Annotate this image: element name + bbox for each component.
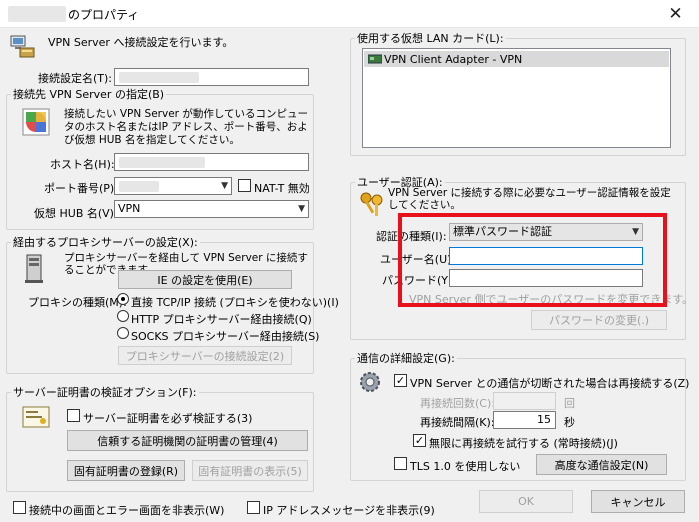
advanced-legend: 通信の詳細設定(G): <box>357 352 455 365</box>
chevron-down-icon: ▼ <box>298 204 305 214</box>
port-label: ポート番号(P): <box>44 182 118 195</box>
reconnect-label: VPN Server との通信が切断された場合は再接続する(Z) <box>410 377 690 390</box>
hub-combo[interactable]: VPN ▼ <box>114 200 309 218</box>
change-password-button[interactable]: パスワードの変更(.) <box>531 310 667 330</box>
infinite-retry-label: 無限に再接続を試行する (常時接続)(J) <box>429 437 618 450</box>
hide-status-label: 接続中の画面とエラー画面を非表示(W) <box>29 504 225 517</box>
title-redacted <box>8 6 66 22</box>
retry-interval-unit: 秒 <box>564 416 575 429</box>
hub-label: 仮想 HUB 名(V): <box>34 207 118 220</box>
setting-name-label: 接続設定名(T): <box>38 72 113 85</box>
chevron-down-icon: ▼ <box>221 181 228 191</box>
proxy-direct-label: 直接 TCP/IP 接続 (プロキシを使わない)(I) <box>131 296 339 309</box>
window-title: のプロパティ <box>68 8 140 22</box>
retry-count-label: 再接続回数(C): <box>420 397 495 410</box>
proxy-settings-button[interactable]: プロキシサーバーの接続設定(2) <box>118 346 292 365</box>
keys-icon <box>358 190 386 218</box>
ie-settings-button[interactable]: IE の設定を使用(E) <box>118 270 292 289</box>
close-icon: ✕ <box>668 4 683 24</box>
cancel-button[interactable]: キャンセル <box>591 490 685 513</box>
network-card-icon <box>367 54 383 64</box>
auth-description: VPN Server に接続する際に必要なユーザー認証情報を設定してください。 <box>388 187 671 211</box>
adapter-name: VPN Client Adapter - VPN <box>384 53 523 66</box>
proxy-http-label: HTTP プロキシサーバー経由接続(Q) <box>131 313 312 326</box>
close-button[interactable]: ✕ <box>652 0 699 28</box>
retry-count-field[interactable] <box>493 392 556 410</box>
advanced-settings-button[interactable]: 高度な通信設定(N) <box>536 454 667 475</box>
nat-t-checkbox[interactable] <box>238 179 251 192</box>
gear-icon <box>358 370 382 394</box>
hide-status-checkbox[interactable] <box>13 501 26 514</box>
server-color-icon <box>22 108 50 136</box>
manage-ca-button[interactable]: 信頼する証明機関の証明書の管理(4) <box>67 430 308 451</box>
host-field[interactable] <box>114 153 309 171</box>
computer-network-icon <box>10 34 36 58</box>
reconnect-checkbox[interactable]: ✓ <box>394 374 407 387</box>
hide-ip-checkbox[interactable] <box>247 501 260 514</box>
proxy-http-radio[interactable] <box>117 310 129 322</box>
intro-text: VPN Server へ接続設定を行います。 <box>48 36 234 49</box>
register-cert-button[interactable]: 固有証明書の登録(R) <box>67 460 185 481</box>
host-label: ホスト名(H): <box>50 158 115 171</box>
cert-legend: サーバー証明書の検証オプション(F): <box>13 386 197 399</box>
proxy-socks-radio[interactable] <box>117 327 129 339</box>
certificate-icon <box>22 406 50 428</box>
adapter-legend: 使用する仮想 LAN カード(L): <box>357 32 504 45</box>
nat-t-label: NAT-T 無効 <box>254 182 310 195</box>
destination-description: 接続したい VPN Server が動作しているコンピュータのホスト名またはIP… <box>64 108 308 146</box>
hub-value: VPN <box>118 202 141 215</box>
retry-count-unit: 回 <box>564 397 575 410</box>
adapter-list-item[interactable]: VPN Client Adapter - VPN <box>364 51 669 67</box>
hide-ip-label: IP アドレスメッセージを非表示(9) <box>263 504 435 517</box>
always-verify-label: サーバー証明書を必ず検証する(3) <box>83 412 253 425</box>
port-combo[interactable]: ▼ <box>114 177 232 195</box>
proxy-legend: 経由するプロキシサーバーの設定(X): <box>13 236 198 249</box>
ok-button[interactable]: OK <box>479 490 573 513</box>
destination-legend: 接続先 VPN Server の指定(B) <box>13 88 165 101</box>
always-verify-checkbox[interactable] <box>67 409 80 422</box>
infinite-retry-checkbox[interactable]: ✓ <box>413 434 426 447</box>
setting-name-field[interactable] <box>114 68 309 86</box>
highlight-box <box>398 213 667 307</box>
proxy-server-icon <box>24 254 44 284</box>
no-tls-checkbox[interactable] <box>394 457 407 470</box>
show-cert-button[interactable]: 固有証明書の表示(5) <box>192 460 308 481</box>
no-tls-label: TLS 1.0 を使用しない <box>410 460 521 473</box>
proxy-type-label: プロキシの種類(M): <box>28 296 127 309</box>
retry-interval-field[interactable]: 15 <box>493 411 556 429</box>
proxy-socks-label: SOCKS プロキシサーバー経由接続(S) <box>131 330 320 343</box>
proxy-direct-radio[interactable] <box>117 293 129 305</box>
retry-interval-label: 再接続間隔(K): <box>420 416 495 429</box>
